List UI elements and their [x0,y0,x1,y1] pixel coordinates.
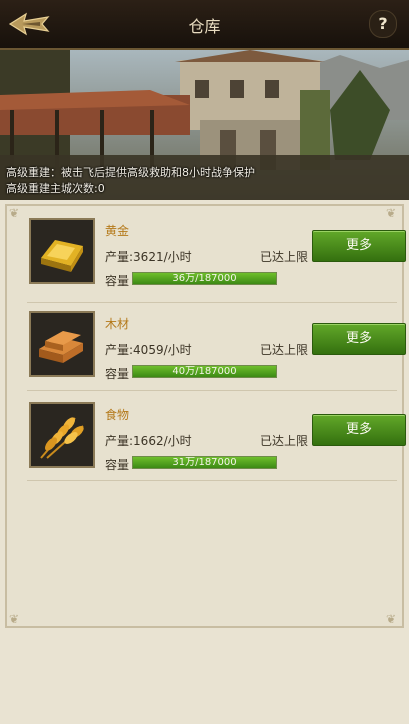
resource-name: 黄金 [105,224,130,238]
gold-bar-icon [29,218,95,284]
top-bar: 仓库 ? [0,0,409,50]
page-title: 仓库 [188,17,221,36]
capacity-bar: 31万/187000 [132,456,277,469]
banner-rebuild-count: 高级重建主城次数:0 [6,182,105,195]
resource-row-wood: 木材 产量:4059/小时 已达上限 容量 40万/187000 更多 [27,303,406,391]
resource-production: 产量:3621/小时 [105,250,192,264]
resource-production: 产量:4059/小时 [105,343,192,357]
capacity-bar: 40万/187000 [132,365,277,378]
capacity-text: 36万/187000 [172,273,237,284]
more-button[interactable]: 更多 [312,414,406,446]
more-button[interactable]: 更多 [312,230,406,262]
resource-status: 已达上限 [260,343,309,357]
banner-rebuild-info: 高级重建：被击飞后提供高级救助和8小时战争保护 [6,166,255,179]
warehouse-panel: ❦ ❦ ❦ ❦ 黄金 产量:3621/小时 已达上限 容量 36万/187000… [5,204,406,628]
help-button[interactable]: ? [369,10,397,38]
row-divider [27,480,397,481]
corner-ornament-icon: ❦ [9,206,20,220]
corner-ornament-icon: ❦ [386,612,397,626]
resource-production: 产量:1662/小时 [105,434,192,448]
capacity-bar: 36万/187000 [132,272,277,285]
wood-icon [29,311,95,377]
capacity-label: 容量 [105,458,130,472]
more-button[interactable]: 更多 [312,323,406,355]
capacity-label: 容量 [105,367,130,381]
resource-row-gold: 黄金 产量:3621/小时 已达上限 容量 36万/187000 更多 [27,210,406,298]
capacity-text: 31万/187000 [172,457,237,468]
resource-row-food: 食物 产量:1662/小时 已达上限 容量 31万/187000 更多 [27,394,406,482]
resource-status: 已达上限 [260,250,309,264]
capacity-label: 容量 [105,274,130,288]
row-divider [27,390,397,391]
city-banner: 高级重建：被击飞后提供高级救助和8小时战争保护 高级重建主城次数:0 [0,50,409,200]
wheat-icon [29,402,95,468]
resource-status: 已达上限 [260,434,309,448]
capacity-text: 40万/187000 [172,366,237,377]
resource-name: 木材 [105,317,130,331]
resource-name: 食物 [105,408,130,422]
corner-ornament-icon: ❦ [9,612,20,626]
